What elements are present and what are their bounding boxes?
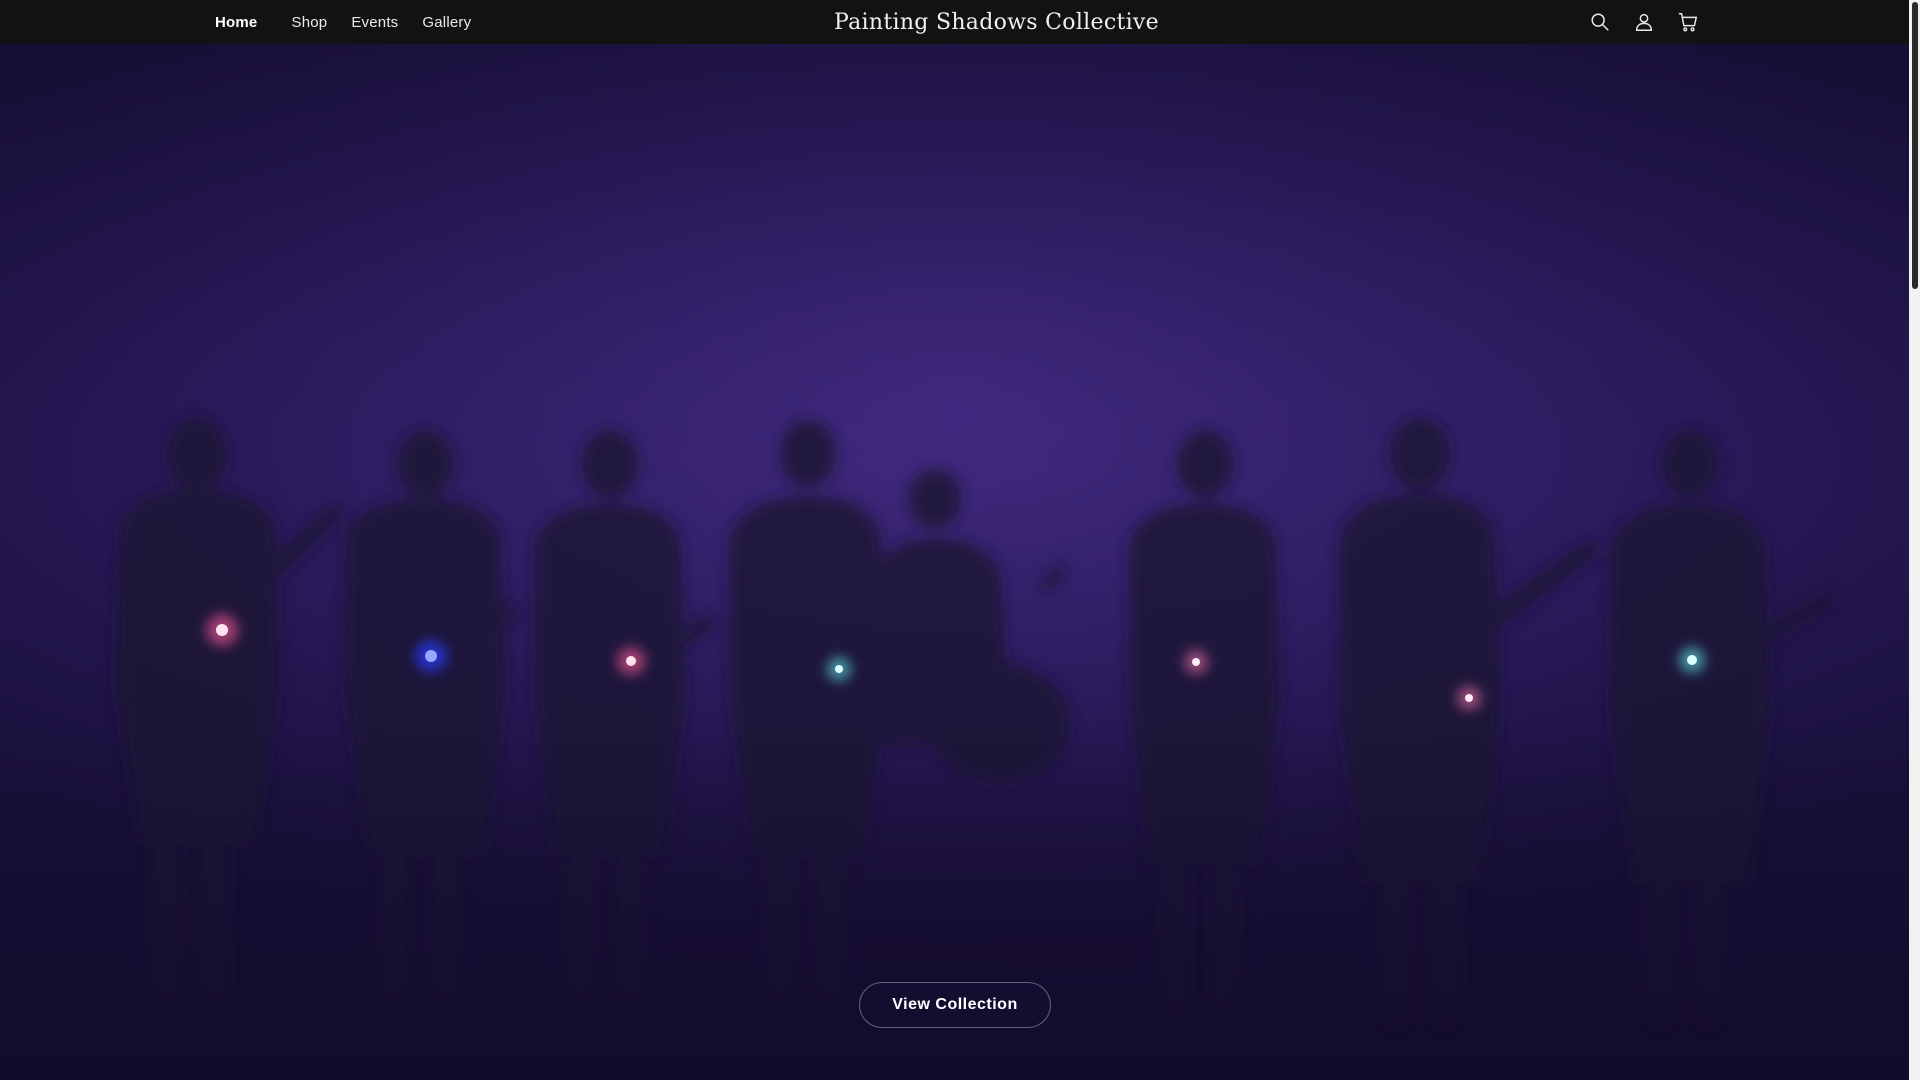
header-icons [1586, 0, 1718, 44]
main-nav: Home Shop Events Gallery [215, 0, 495, 44]
nav-shop[interactable]: Shop [291, 14, 327, 31]
hero-banner [0, 44, 1909, 1080]
cart-button[interactable] [1674, 8, 1702, 36]
account-button[interactable] [1630, 8, 1658, 36]
nav-home[interactable]: Home [215, 14, 257, 31]
brand-logo[interactable]: Painting Shadows Collective [834, 10, 1159, 35]
nav-gallery[interactable]: Gallery [422, 14, 471, 31]
page: Home Shop Events Gallery Painting Shadow… [0, 0, 1920, 1080]
view-collection-button[interactable]: View Collection [859, 982, 1051, 1028]
scrollbar-thumb[interactable] [1912, 2, 1918, 289]
page-scrollbar[interactable] [1909, 0, 1920, 1080]
nav-events[interactable]: Events [351, 14, 398, 31]
cart-icon [1678, 13, 1698, 32]
search-icon [1591, 13, 1609, 31]
site-header: Home Shop Events Gallery Painting Shadow… [0, 0, 1909, 44]
account-icon [1635, 13, 1653, 31]
search-button[interactable] [1586, 8, 1614, 36]
